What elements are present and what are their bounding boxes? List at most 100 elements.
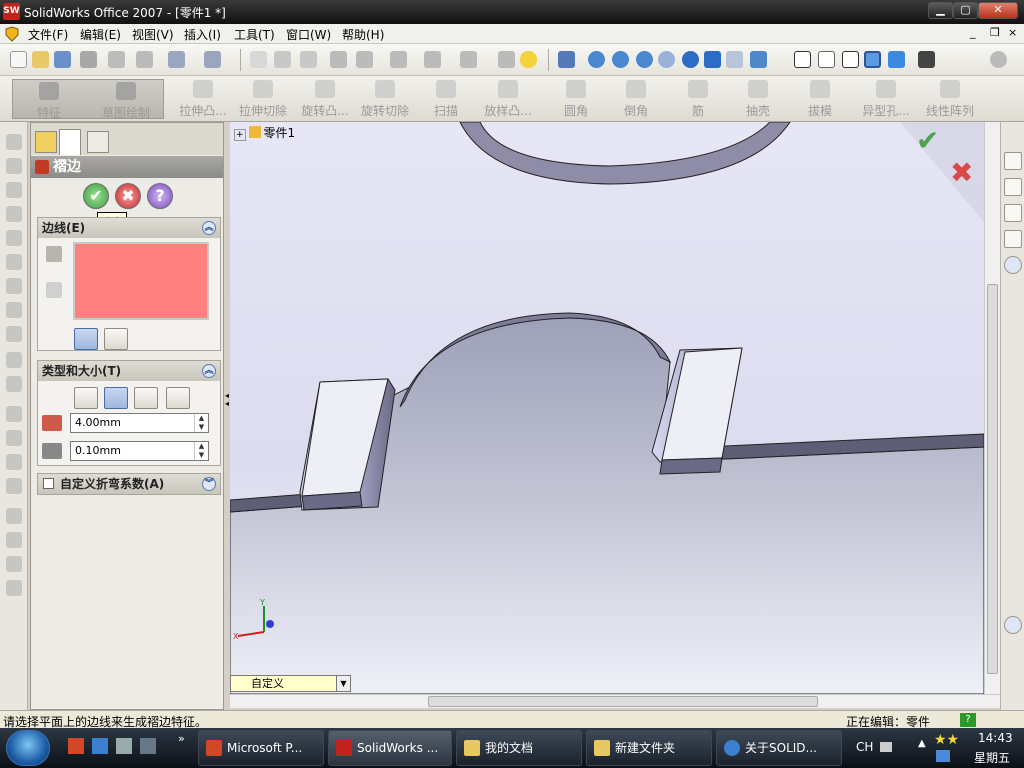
grid-icon[interactable]	[330, 51, 347, 68]
shaded-with-edges-icon[interactable]	[864, 51, 881, 68]
pan-icon[interactable]	[704, 51, 721, 68]
tab-features[interactable]: 特征	[19, 80, 79, 122]
display-icon[interactable]	[460, 51, 477, 68]
close-button[interactable]: ✕	[978, 2, 1018, 19]
wireframe-icon[interactable]	[794, 51, 811, 68]
print-preview-icon[interactable]	[108, 51, 125, 68]
flatten-icon[interactable]	[6, 406, 22, 422]
quicklaunch-overflow-icon[interactable]: »	[178, 732, 185, 745]
solidworks-menu-icon[interactable]	[4, 26, 20, 42]
material-inside-button[interactable]	[74, 328, 98, 350]
tool-icon[interactable]	[390, 51, 407, 68]
help-button[interactable]: ?	[147, 183, 173, 209]
confirm-cancel-icon[interactable]: ✖	[950, 156, 973, 189]
taskbar-button-new-folder[interactable]: 新建文件夹	[586, 730, 712, 766]
start-button[interactable]	[6, 730, 50, 766]
linear-pattern-button[interactable]: 线性阵列	[922, 78, 978, 120]
clock-time[interactable]: 14:43	[978, 731, 1013, 745]
save-icon[interactable]	[54, 51, 71, 68]
language-indicator[interactable]: CH	[856, 740, 873, 754]
rip-icon[interactable]	[6, 478, 22, 494]
lofted-boss-button[interactable]: 放样凸...	[480, 78, 536, 120]
revolved-boss-button[interactable]: 旋转凸...	[298, 78, 352, 120]
fold-icon[interactable]	[6, 376, 22, 392]
filter-icon[interactable]	[274, 51, 291, 68]
extruded-cut-button[interactable]: 拉伸切除	[236, 78, 290, 120]
custom-bend-header[interactable]: 自定义折弯系数(A) ︾	[38, 474, 220, 494]
previous-view-icon[interactable]	[726, 51, 743, 68]
toolbar-options-icon[interactable]	[990, 51, 1007, 68]
hem-teardrop-button[interactable]	[134, 387, 158, 409]
design-library-icon[interactable]	[1004, 178, 1022, 196]
minimize-button[interactable]: ▁	[928, 2, 953, 19]
expand-icon[interactable]: ︾	[202, 477, 216, 491]
view-palette-icon[interactable]	[1004, 230, 1022, 248]
sketched-bend-icon[interactable]	[6, 278, 22, 294]
select-icon[interactable]	[250, 51, 267, 68]
ok-button[interactable]: ✔	[83, 183, 109, 209]
quicklaunch-ie-icon[interactable]	[92, 738, 108, 754]
break-corner-icon[interactable]	[6, 532, 22, 548]
corner-trim-icon[interactable]	[6, 508, 22, 524]
jog-icon[interactable]	[6, 254, 22, 270]
display-settings-icon[interactable]	[918, 51, 935, 68]
taskbar-button-powerpoint[interactable]: Microsoft P...	[198, 730, 324, 766]
zoom-selection-icon[interactable]	[658, 51, 675, 68]
open-icon[interactable]	[32, 51, 49, 68]
cancel-button[interactable]: ✖	[115, 183, 141, 209]
type-size-group-header[interactable]: 类型和大小(T) ︽	[38, 361, 220, 381]
gap-distance-input[interactable]: 0.10mm ▲ ▼	[70, 441, 209, 461]
clock-day[interactable]: 星期五	[974, 749, 1010, 766]
expand-pane-icon[interactable]	[1004, 616, 1022, 634]
graphics-area[interactable]: + 零件1 X Y ✔ ✖	[230, 122, 984, 694]
hole-wizard-button[interactable]: 异型孔...	[856, 78, 916, 120]
hem-rolled-button[interactable]	[166, 387, 190, 409]
horizontal-scrollbar[interactable]	[230, 694, 1000, 708]
rebuild-icon[interactable]	[300, 51, 317, 68]
taskbar-button-my-documents[interactable]: 我的文档	[456, 730, 582, 766]
property-manager-tab-icon[interactable]	[59, 129, 81, 155]
chamfer-button[interactable]: 倒角	[612, 78, 660, 120]
feature-manager-tab-icon[interactable]	[35, 131, 57, 153]
print-icon[interactable]	[80, 51, 97, 68]
gap-spinner[interactable]: ▲ ▼	[194, 442, 208, 460]
edge-flange-icon[interactable]	[6, 182, 22, 198]
menu-file[interactable]: 文件(F)	[26, 26, 70, 43]
model-viewport[interactable]: X Y	[230, 122, 984, 694]
hidden-lines-removed-icon[interactable]	[842, 51, 859, 68]
material-outside-button[interactable]	[104, 328, 128, 350]
menu-tools[interactable]: 工具(T)	[232, 26, 277, 43]
collapse-icon[interactable]: ︽	[202, 364, 216, 378]
no-bends-icon[interactable]	[6, 430, 22, 446]
convert-icon[interactable]	[6, 158, 22, 174]
hem-icon[interactable]	[6, 230, 22, 246]
layer-icon[interactable]	[498, 51, 515, 68]
shaded-icon[interactable]	[888, 51, 905, 68]
reverse-direction-icon[interactable]	[46, 282, 62, 298]
length-spinner[interactable]: ▲ ▼	[194, 414, 208, 432]
vertical-scrollbar[interactable]	[984, 122, 1000, 694]
rotate-icon[interactable]	[682, 51, 699, 68]
collapse-pane-icon[interactable]	[1004, 256, 1022, 274]
menu-window[interactable]: 窗口(W)	[284, 26, 333, 43]
fillet-button[interactable]: 圆角	[552, 78, 600, 120]
tray-expand-icon[interactable]: ▲	[918, 738, 926, 749]
vent-icon[interactable]	[6, 580, 22, 596]
tab-sketch[interactable]: 草图绘制	[91, 80, 161, 122]
quicklaunch-powerpoint-icon[interactable]	[68, 738, 84, 754]
forming-tool-icon[interactable]	[6, 326, 22, 342]
custom-bend-checkbox[interactable]	[43, 478, 54, 489]
new-icon[interactable]	[10, 51, 27, 68]
edges-group-header[interactable]: 边线(E) ︽	[38, 218, 220, 238]
doc-minimize-button[interactable]: _	[970, 26, 976, 39]
configuration-combo[interactable]: 自定义 ▼	[230, 675, 351, 692]
chevron-down-icon[interactable]: ▼	[336, 676, 350, 691]
length-input[interactable]: 4.00mm ▲ ▼	[70, 413, 209, 433]
menu-help[interactable]: 帮助(H)	[340, 26, 386, 43]
menu-insert[interactable]: 插入(I)	[182, 26, 223, 43]
cut-icon[interactable]	[136, 51, 153, 68]
doc-restore-button[interactable]: ❐	[990, 26, 1000, 39]
revolved-cut-button[interactable]: 旋转切除	[358, 78, 412, 120]
confirm-ok-icon[interactable]: ✔	[916, 124, 939, 157]
network-icon[interactable]	[936, 750, 950, 762]
